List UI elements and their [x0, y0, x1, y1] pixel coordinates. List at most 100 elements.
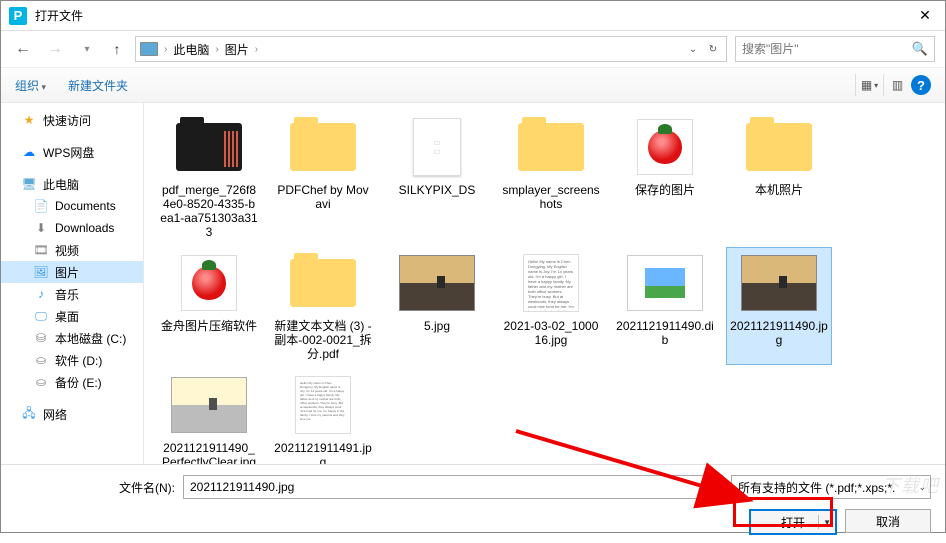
- sidebar-item-quick-access[interactable]: ★ 快速访问: [1, 109, 143, 131]
- new-folder-button[interactable]: 新建文件夹: [68, 77, 128, 94]
- file-label: 2021-03-02_100016.jpg: [502, 319, 600, 347]
- file-item[interactable]: 保存的图片: [612, 111, 718, 243]
- file-item[interactable]: PDFChef by Movavi: [270, 111, 376, 243]
- help-button[interactable]: ?: [911, 75, 931, 95]
- sidebar-item-this-pc[interactable]: 🖥 此电脑: [1, 173, 143, 195]
- titlebar: P 打开文件 ✕: [1, 1, 945, 31]
- file-label: SILKYPIX_DS: [399, 183, 476, 197]
- sidebar-item-network[interactable]: 🖧 网络: [1, 403, 143, 425]
- sidebar-item-软件 (D:)[interactable]: ⛀软件 (D:): [1, 349, 143, 371]
- sidebar-item-音乐[interactable]: ♪音乐: [1, 283, 143, 305]
- sidebar-label: 图片: [55, 264, 79, 281]
- crumb-sep-icon: ›: [215, 44, 218, 55]
- file-item[interactable]: Hello! My name is Chen Dongying. My Engl…: [498, 247, 604, 365]
- file-thumbnail: ▭▭: [397, 115, 477, 179]
- file-label: 5.jpg: [424, 319, 450, 333]
- preview-pane-button[interactable]: ▥: [883, 74, 905, 96]
- file-thumbnail: [169, 251, 249, 315]
- footer: 文件名(N): ⌄ 所有支持的文件 (*.pdf;*.xps;*. ⌄ 打开 ▼…: [1, 464, 945, 543]
- sidebar-label: 此电脑: [43, 176, 79, 193]
- sidebar-item-桌面[interactable]: 🖵桌面: [1, 305, 143, 327]
- sidebar-label: Documents: [55, 199, 116, 213]
- address-refresh[interactable]: ↻: [704, 38, 722, 60]
- file-label: 本机照片: [755, 183, 803, 197]
- file-item[interactable]: smplayer_screenshots: [498, 111, 604, 243]
- file-thumbnail: [169, 373, 249, 437]
- filename-label: 文件名(N):: [15, 479, 175, 496]
- video-icon: 🎞: [33, 242, 49, 258]
- file-item[interactable]: 2021121911490.dib: [612, 247, 718, 365]
- sidebar-label: Downloads: [55, 221, 114, 235]
- desk-icon: 🖵: [33, 308, 49, 324]
- app-icon: P: [9, 7, 27, 25]
- open-button[interactable]: 打开 ▼: [749, 509, 837, 535]
- file-item[interactable]: 本机照片: [726, 111, 832, 243]
- file-thumbnail: [169, 115, 249, 179]
- file-item[interactable]: 金舟图片压缩软件: [156, 247, 262, 365]
- file-item[interactable]: 2021121911490.jpg: [726, 247, 832, 365]
- pic-icon: 🖼: [33, 264, 49, 280]
- sidebar-item-wps[interactable]: ☁ WPS网盘: [1, 141, 143, 163]
- sidebar-label: 快速访问: [43, 112, 91, 129]
- crumb-pictures[interactable]: 图片: [225, 41, 249, 58]
- chevron-down-icon: ⌄: [918, 482, 926, 493]
- crumb-pc[interactable]: 此电脑: [173, 41, 209, 58]
- address-bar[interactable]: › 此电脑 › 图片 › ⌄ ↻: [135, 36, 727, 62]
- sidebar-item-本地磁盘 (C:)[interactable]: ⛁ 本地磁盘 (C:): [1, 327, 143, 349]
- file-thumbnail: [739, 115, 819, 179]
- file-label: pdf_merge_726f84e0-8520-4335-bea1-aa7513…: [160, 183, 258, 239]
- file-thumbnail: [283, 251, 363, 315]
- file-grid[interactable]: pdf_merge_726f84e0-8520-4335-bea1-aa7513…: [144, 103, 945, 464]
- forward-button[interactable]: →: [43, 37, 67, 61]
- navbar: ← → ▾ ↑ › 此电脑 › 图片 › ⌄ ↻ 🔍: [1, 31, 945, 67]
- sidebar-label: 音乐: [55, 286, 79, 303]
- cancel-label: 取消: [876, 513, 900, 530]
- file-thumbnail: Hello! My name is Chen Dongying. My Engl…: [283, 373, 363, 437]
- filename-input[interactable]: [190, 480, 708, 494]
- file-item[interactable]: pdf_merge_726f84e0-8520-4335-bea1-aa7513…: [156, 111, 262, 243]
- history-dropdown[interactable]: ▾: [75, 37, 99, 61]
- search-input[interactable]: [742, 42, 912, 56]
- file-label: 2021121911490_PerfectlyClear.jpg: [160, 441, 258, 464]
- organize-menu[interactable]: 组织: [15, 77, 46, 94]
- file-item[interactable]: ▭▭ SILKYPIX_DS: [384, 111, 490, 243]
- file-item[interactable]: Hello! My name is Chen Dongying. My Engl…: [270, 369, 376, 464]
- filetype-filter[interactable]: 所有支持的文件 (*.pdf;*.xps;*. ⌄: [731, 475, 931, 499]
- view-mode-button[interactable]: ▦▾: [855, 74, 877, 96]
- sidebar-label: 本地磁盘 (C:): [55, 330, 126, 347]
- file-thumbnail: [397, 251, 477, 315]
- file-label: 新建文本文档 (3) - 副本-002-0021_拆分.pdf: [274, 319, 372, 361]
- file-item[interactable]: 2021121911490_PerfectlyClear.jpg: [156, 369, 262, 464]
- address-dropdown[interactable]: ⌄: [684, 38, 702, 60]
- file-thumbnail: Hello! My name is Chen Dongying. My Engl…: [511, 251, 591, 315]
- sidebar-item-备份 (E:)[interactable]: ⛀ 备份 (E:): [1, 371, 143, 393]
- cancel-button[interactable]: 取消: [845, 509, 931, 533]
- sidebar-item-图片[interactable]: 🖼 图片: [1, 261, 143, 283]
- file-item[interactable]: 5.jpg: [384, 247, 490, 365]
- file-thumbnail: [511, 115, 591, 179]
- filename-combo[interactable]: ⌄: [183, 475, 723, 499]
- chevron-down-icon[interactable]: ⌄: [708, 482, 716, 493]
- filter-label: 所有支持的文件 (*.pdf;*.xps;*.: [738, 479, 895, 496]
- file-item[interactable]: 新建文本文档 (3) - 副本-002-0021_拆分.pdf: [270, 247, 376, 365]
- up-button[interactable]: ↑: [107, 39, 127, 59]
- window-title: 打开文件: [35, 7, 905, 24]
- sidebar-label: 网络: [43, 406, 67, 423]
- close-button[interactable]: ✕: [905, 1, 945, 31]
- pc-icon: [140, 42, 158, 56]
- sidebar-label: 备份 (E:): [55, 374, 102, 391]
- cloud-icon: ☁: [21, 144, 37, 160]
- sidebar-item-Documents[interactable]: 📄Documents: [1, 195, 143, 217]
- sidebar-item-视频[interactable]: 🎞视频: [1, 239, 143, 261]
- search-box[interactable]: 🔍: [735, 36, 935, 62]
- file-label: smplayer_screenshots: [502, 183, 600, 211]
- disk-c-icon: ⛁: [33, 330, 49, 346]
- disk-icon: ⛀: [33, 374, 49, 390]
- sidebar-label: 软件 (D:): [55, 352, 102, 369]
- file-thumbnail: [739, 251, 819, 315]
- search-icon: 🔍: [912, 41, 928, 57]
- file-thumbnail: [625, 115, 705, 179]
- back-button[interactable]: ←: [11, 37, 35, 61]
- open-split-dropdown[interactable]: ▼: [818, 515, 831, 529]
- sidebar-item-Downloads[interactable]: ⬇Downloads: [1, 217, 143, 239]
